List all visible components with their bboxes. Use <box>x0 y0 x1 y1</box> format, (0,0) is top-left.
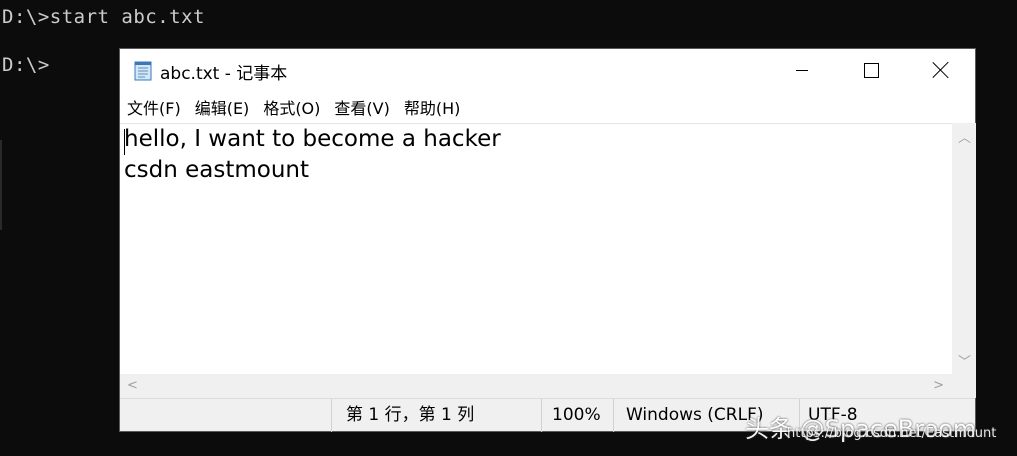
title-bar[interactable]: abc.txt - 记事本 <box>120 49 975 91</box>
horizontal-scrollbar[interactable]: < > <box>120 374 952 398</box>
zoom-level: 100% <box>541 399 613 432</box>
scroll-left-icon[interactable]: < <box>127 378 138 393</box>
maximize-icon <box>863 62 879 78</box>
watermark-url: https://blog.csdn.net/Eastmount <box>787 426 997 441</box>
editor-line: csdn eastmount <box>124 157 310 183</box>
menu-help[interactable]: 帮助(H) <box>404 95 461 119</box>
scroll-right-icon[interactable]: > <box>933 378 944 393</box>
cursor-position: 第 1 行，第 1 列 <box>331 399 541 432</box>
menu-edit[interactable]: 编辑(E) <box>195 95 250 119</box>
console-command-line: D:\>start abc.txt <box>2 6 205 28</box>
scroll-down-icon[interactable]: ﹀ <box>958 351 971 370</box>
close-button[interactable] <box>906 49 976 91</box>
scroll-corner <box>952 374 976 398</box>
vertical-scrollbar[interactable]: ︿ ﹀ <box>952 123 976 374</box>
maximize-button[interactable] <box>836 49 906 91</box>
console-edge <box>0 140 2 230</box>
console-prompt-line: D:\> <box>2 54 50 76</box>
menu-bar: 文件(F) 编辑(E) 格式(O) 查看(V) 帮助(H) <box>120 93 975 121</box>
minimize-icon <box>796 69 808 71</box>
menu-view[interactable]: 查看(V) <box>334 95 389 119</box>
editor-line: hello, I want to become a hacker <box>124 126 501 152</box>
menu-file[interactable]: 文件(F) <box>127 95 181 119</box>
minimize-button[interactable] <box>767 49 837 91</box>
window-title: abc.txt - 记事本 <box>160 64 288 84</box>
notepad-window[interactable]: abc.txt - 记事本 文件(F) 编辑(E) 格式(O) 查看(V) 帮助… <box>119 48 976 432</box>
notepad-icon <box>132 59 154 81</box>
text-caret <box>124 129 125 155</box>
scroll-up-icon[interactable]: ︿ <box>958 127 971 146</box>
menu-format[interactable]: 格式(O) <box>263 95 320 119</box>
close-icon <box>932 61 950 79</box>
text-editor-area[interactable]: hello, I want to become a hacker csdn ea… <box>120 123 952 374</box>
